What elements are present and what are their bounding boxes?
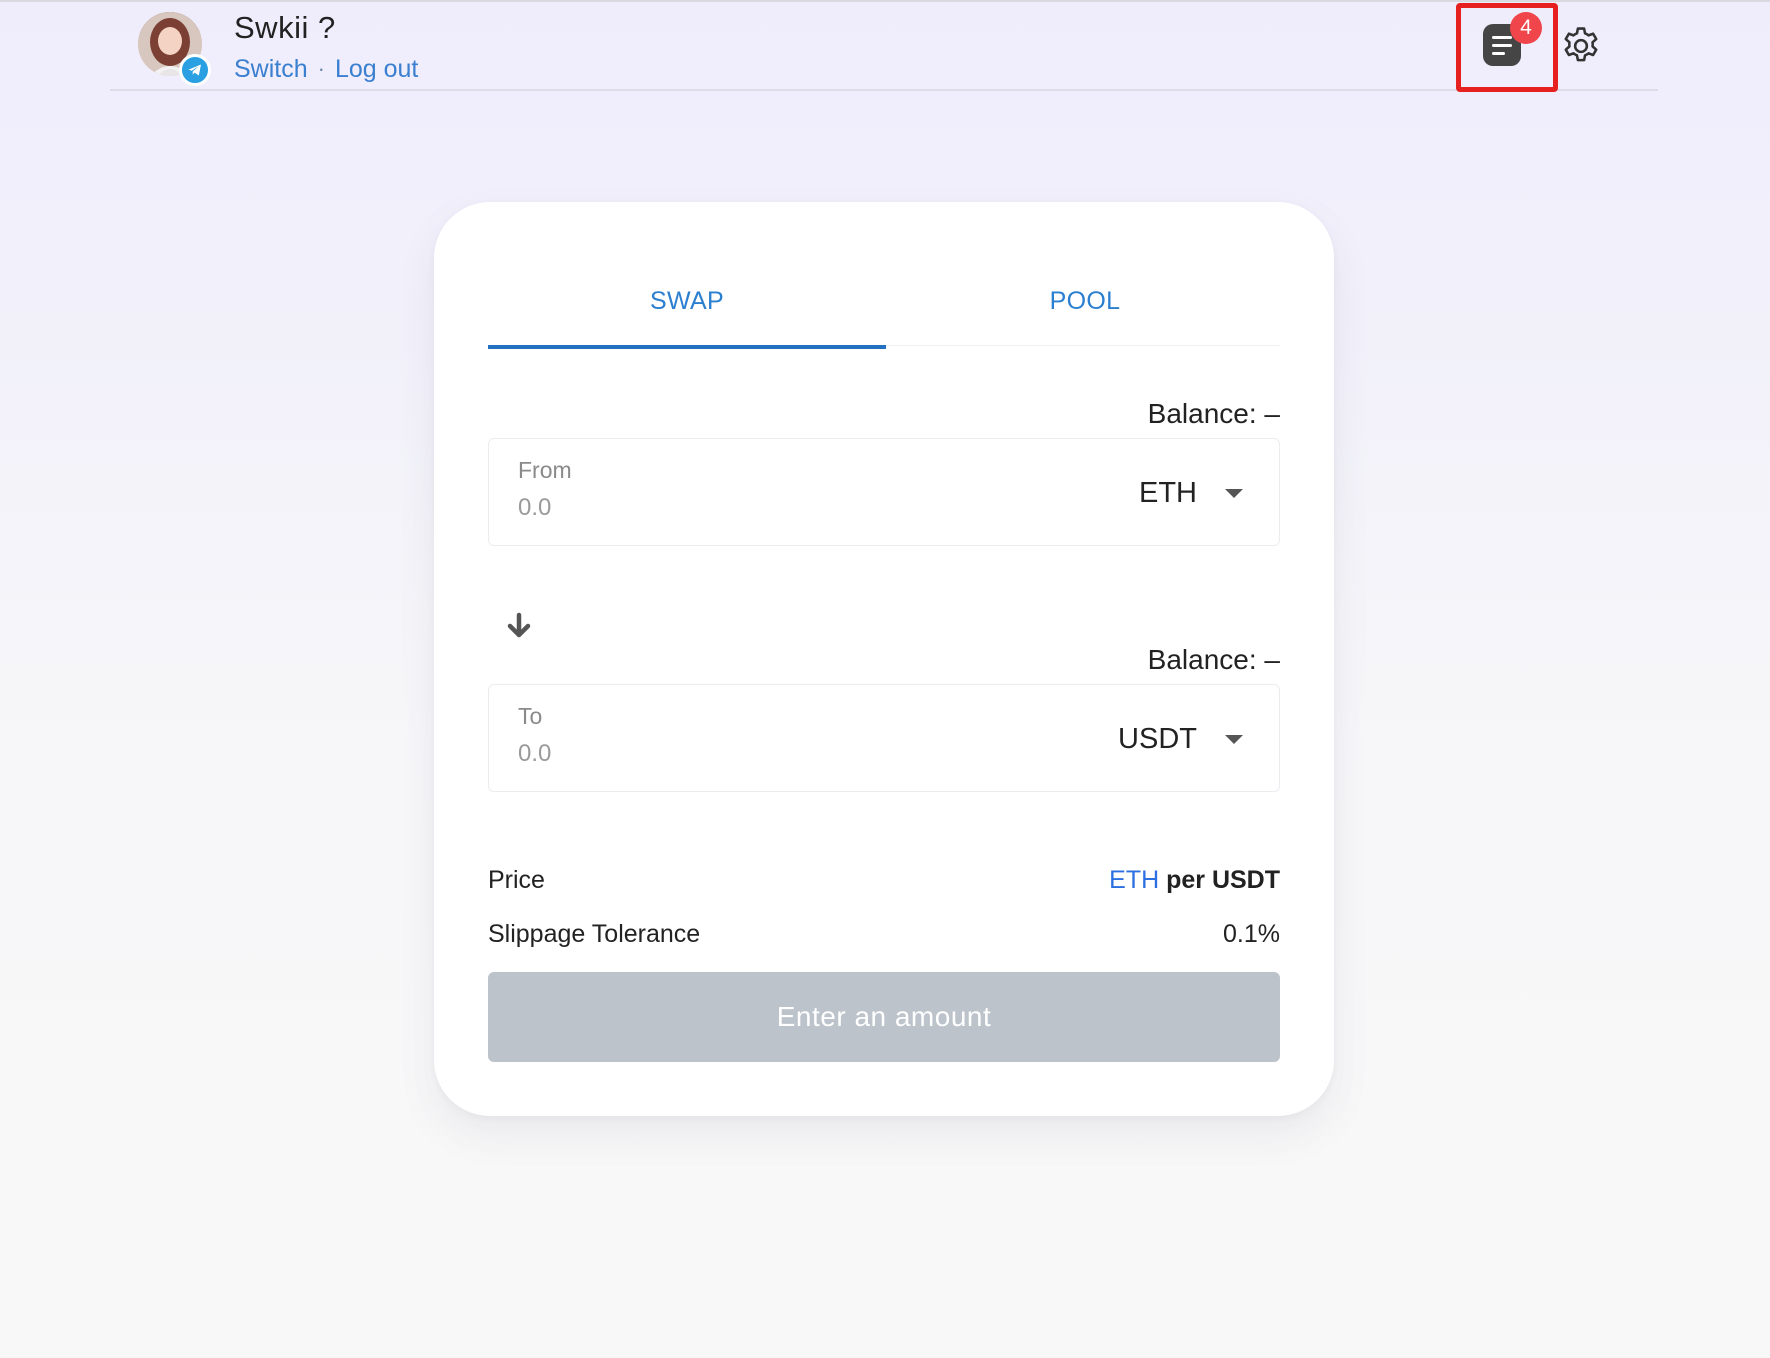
from-token-select[interactable]: ETH xyxy=(1139,473,1243,513)
header: Swkii ? Switch · Log out xyxy=(110,2,1658,91)
arrow-down-icon[interactable] xyxy=(504,611,534,641)
tab-swap[interactable]: SWAP xyxy=(488,274,886,349)
slippage-value: 0.1% xyxy=(1223,920,1280,948)
price-row: Price ETH per USDT xyxy=(488,866,1280,900)
slippage-row: Slippage Tolerance 0.1% xyxy=(488,920,1280,954)
username: Swkii ? xyxy=(234,10,336,45)
to-label: To xyxy=(518,703,543,729)
link-separator: · xyxy=(317,56,325,82)
from-field: From 0.0 ETH xyxy=(488,438,1280,546)
account-links: Switch · Log out xyxy=(234,54,418,84)
logout-link[interactable]: Log out xyxy=(335,55,418,84)
telegram-icon xyxy=(179,54,211,86)
enter-amount-button[interactable]: Enter an amount xyxy=(488,972,1280,1062)
to-balance: Balance: – xyxy=(1147,644,1280,675)
to-amount-input[interactable]: 0.0 xyxy=(518,740,551,768)
price-label: Price xyxy=(488,866,545,894)
from-label: From xyxy=(518,457,572,483)
slippage-label: Slippage Tolerance xyxy=(488,920,701,948)
to-token-label: USDT xyxy=(1118,722,1197,755)
swap-card: SWAP POOL Balance: – From 0.0 ETH Balanc… xyxy=(434,202,1334,1116)
to-field: To 0.0 USDT xyxy=(488,684,1280,792)
chevron-down-icon xyxy=(1225,734,1243,744)
from-amount-input[interactable]: 0.0 xyxy=(518,494,551,522)
price-value: ETH per USDT xyxy=(1109,866,1280,895)
switch-link[interactable]: Switch xyxy=(234,55,308,84)
from-token-label: ETH xyxy=(1139,476,1197,509)
price-base-token[interactable]: ETH xyxy=(1109,866,1159,894)
notification-badge: 4 xyxy=(1510,12,1542,44)
tab-bar: SWAP POOL xyxy=(488,274,1280,349)
gear-icon[interactable] xyxy=(1559,24,1603,68)
chevron-down-icon xyxy=(1225,488,1243,498)
price-quote: per USDT xyxy=(1166,866,1280,894)
to-token-select[interactable]: USDT xyxy=(1118,719,1243,759)
tab-pool[interactable]: POOL xyxy=(886,274,1284,346)
from-balance: Balance: – xyxy=(1147,398,1280,429)
